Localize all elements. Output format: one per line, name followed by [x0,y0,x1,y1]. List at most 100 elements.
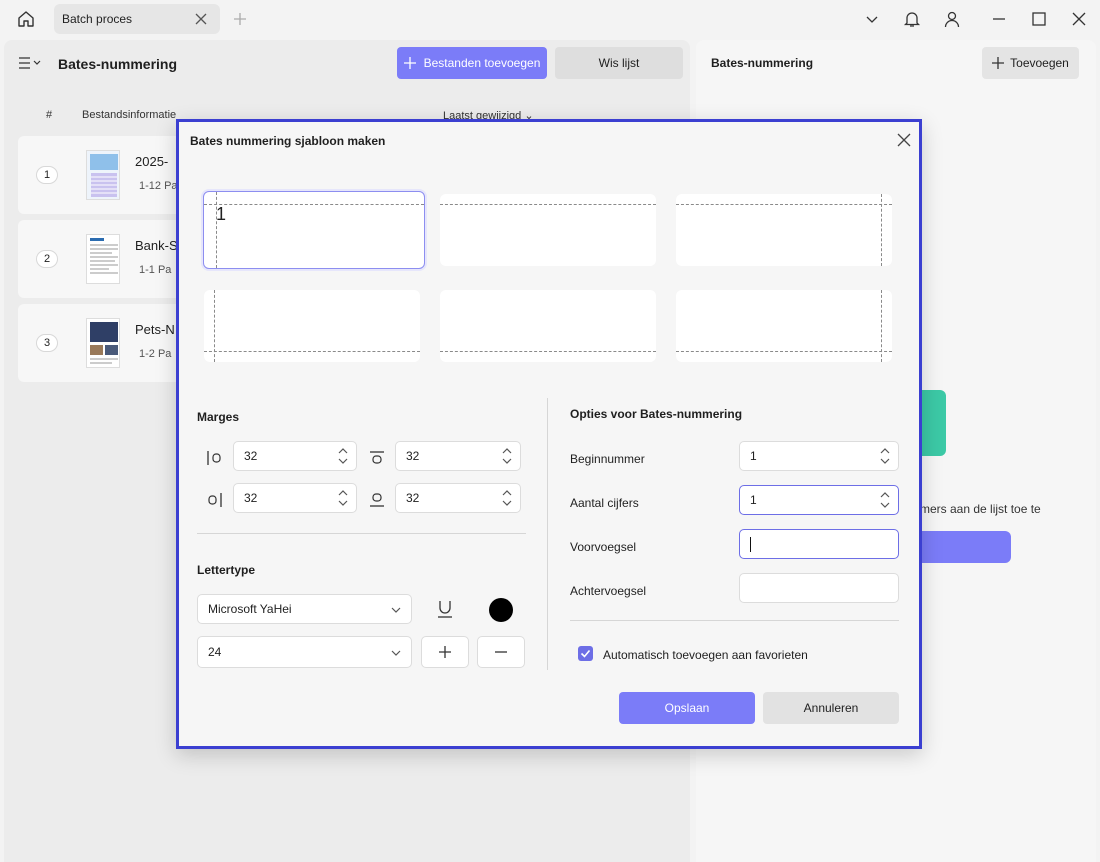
stepper-icon[interactable] [338,489,348,507]
file-number: 1 [36,166,58,184]
margin-left-input[interactable]: 32 [233,441,357,471]
margin-guide [216,192,217,268]
divider [570,620,899,621]
font-size-decrease-button[interactable] [477,636,525,668]
add-template-label: Toevoegen [1010,56,1069,70]
margin-left-icon [205,448,225,468]
position-bottom-left[interactable] [204,290,420,362]
margins-title: Marges [197,410,240,424]
file-name: Pets-N [135,322,175,337]
file-thumbnail [86,150,120,200]
bell-icon[interactable] [903,10,921,28]
right-panel-title: Bates-nummering [711,56,814,70]
position-top-left[interactable]: 1 [203,191,425,269]
stepper-icon[interactable] [880,447,890,465]
divider [197,533,526,534]
dialog-title: Bates nummering sjabloon maken [190,134,386,148]
tab-label: Batch proces [62,12,133,26]
position-bottom-center[interactable] [440,290,656,362]
margin-guide [676,204,892,205]
margin-guide [881,290,882,362]
position-top-right[interactable] [676,194,892,266]
margin-guide [440,204,656,205]
clear-list-label: Wis lijst [598,56,640,70]
auto-add-label: Automatisch toevoegen aan favorieten [603,648,808,662]
margin-guide [440,351,656,352]
margin-guide [214,290,215,362]
add-files-label: Bestanden toevoegen [423,56,541,70]
tab-batch-process[interactable]: Batch proces [54,4,220,34]
font-family-value: Microsoft YaHei [208,602,292,616]
font-size-increase-button[interactable] [421,636,469,668]
margin-top-input[interactable]: 32 [395,441,521,471]
margin-right-value: 32 [244,491,258,505]
suffix-input[interactable] [739,573,899,603]
suffix-label: Achtervoegsel [570,584,647,598]
file-name: 2025- [135,154,169,169]
page-title: Bates-nummering [58,56,178,72]
position-preview-number: 1 [216,204,227,224]
column-file-info: Bestandsinformatie [82,109,177,121]
bates-template-dialog: Bates nummering sjabloon maken 1 Marges … [176,119,922,749]
digits-label: Aantal cijfers [570,496,639,510]
file-pages: 1-1 Pa [139,264,172,276]
stepper-icon[interactable] [502,489,512,507]
underline-icon[interactable] [435,599,455,619]
margin-bottom-input[interactable]: 32 [395,483,521,513]
home-icon[interactable] [14,8,38,30]
prefix-input[interactable] [739,529,899,559]
file-number: 3 [36,334,58,352]
margin-bottom-value: 32 [406,491,420,505]
maximize-icon[interactable] [1030,10,1048,28]
stepper-icon[interactable] [502,447,512,465]
chevron-down-icon [391,650,401,656]
add-template-button[interactable]: Toevoegen [982,47,1079,79]
position-bottom-right[interactable] [676,290,892,362]
chevron-down-icon[interactable] [863,10,881,28]
position-top-center[interactable] [440,194,656,266]
stepper-icon[interactable] [338,447,348,465]
cancel-button[interactable]: Annuleren [763,692,899,724]
empty-state-text: mers aan de lijst toe te [920,502,1041,516]
file-name: Bank-S [135,238,178,253]
auto-add-checkbox[interactable] [578,646,593,661]
add-files-button[interactable]: Bestanden toevoegen [397,47,547,79]
menu-icon[interactable] [18,54,44,72]
margin-left-value: 32 [244,449,258,463]
font-size-value: 24 [208,645,222,659]
chevron-down-icon [391,607,401,613]
text-cursor [750,536,751,552]
plus-icon[interactable] [231,10,249,28]
save-label: Opslaan [664,701,710,715]
margin-guide [204,351,420,352]
stepper-icon[interactable] [880,491,890,509]
clear-list-button[interactable]: Wis lijst [555,47,683,79]
start-number-input[interactable]: 1 [739,441,899,471]
font-color-swatch[interactable] [489,598,513,622]
margin-top-icon [367,448,387,468]
column-number: # [46,109,53,121]
save-button[interactable]: Opslaan [619,692,755,724]
font-family-select[interactable]: Microsoft YaHei [197,594,412,624]
margin-guide [881,194,882,266]
check-icon [580,649,591,658]
margin-guide [204,204,424,205]
plus-icon [992,57,1005,69]
file-number: 2 [36,250,58,268]
close-icon[interactable] [896,132,912,148]
user-icon[interactable] [943,10,961,28]
digits-input[interactable]: 1 [739,485,899,515]
font-title: Lettertype [197,563,256,577]
start-number-value: 1 [750,449,757,463]
minimize-icon[interactable] [990,10,1008,28]
close-icon[interactable] [194,12,208,26]
file-thumbnail [86,318,120,368]
margin-bottom-icon [367,490,387,510]
close-window-icon[interactable] [1070,10,1088,28]
empty-state-button[interactable] [920,531,1011,563]
font-size-select[interactable]: 24 [197,636,412,668]
cancel-label: Annuleren [803,701,859,715]
digits-value: 1 [750,493,757,507]
divider [547,398,548,670]
margin-right-input[interactable]: 32 [233,483,357,513]
